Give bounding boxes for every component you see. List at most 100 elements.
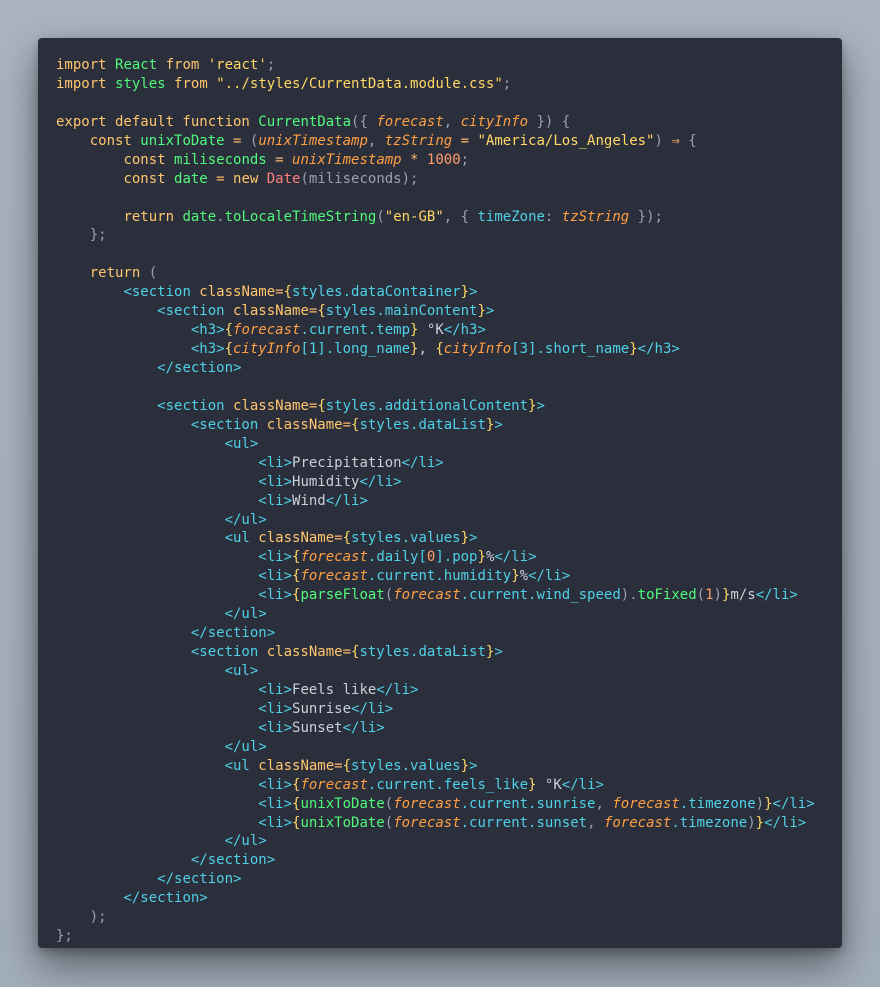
code-token: > xyxy=(469,284,478,301)
code-token: forecast xyxy=(233,322,301,339)
code-line: const date = new Date(miliseconds); xyxy=(56,170,815,189)
code-line: </ul> xyxy=(56,511,815,530)
code-token: { xyxy=(342,757,352,774)
code-token: > xyxy=(485,303,495,320)
code-line: export default function CurrentData({ fo… xyxy=(56,113,815,132)
code-line: ​ xyxy=(56,245,815,264)
code-line: <section className={styles.dataContainer… xyxy=(56,283,815,302)
code-line: </section> xyxy=(56,870,815,889)
code-token: <li> xyxy=(258,454,293,471)
code-token: ⇒ xyxy=(671,132,689,149)
code-token: .timezone xyxy=(671,814,748,831)
code-token: m/s xyxy=(730,587,756,604)
code-token: .current.wind_speed xyxy=(460,587,621,604)
code-token: .current.sunset xyxy=(460,814,588,831)
code-token: ( xyxy=(376,208,385,225)
code-line: return ( xyxy=(56,264,815,283)
code-line: <li>Precipitation</li> xyxy=(56,454,815,473)
code-token: ( xyxy=(384,814,394,831)
code-line: <ul className={styles.values}> xyxy=(56,529,815,548)
code-token: } xyxy=(460,757,470,774)
code-token: </li> xyxy=(528,568,571,585)
code-line: <li>{forecast.current.humidity}%</li> xyxy=(56,567,815,586)
code-token: ) xyxy=(755,795,765,812)
code-token: miliseconds xyxy=(174,151,276,168)
code-token: } xyxy=(477,549,486,566)
code-line: <li>Feels like</li> xyxy=(56,681,815,700)
code-line: </section> xyxy=(56,889,815,908)
code-token: </li> xyxy=(325,492,368,509)
code-token: > xyxy=(494,644,503,661)
code-token: date xyxy=(174,170,217,187)
code-line: <li>{parseFloat(forecast.current.wind_sp… xyxy=(56,586,815,605)
code-token: tzString xyxy=(561,208,630,225)
code-token: className xyxy=(199,284,276,301)
code-token: import xyxy=(56,57,116,73)
code-token: className xyxy=(258,530,335,547)
code-token: className xyxy=(266,416,343,433)
code-line: const unixToDate = (unixTimestamp, tzStr… xyxy=(56,132,815,151)
code-token: toFixed xyxy=(637,587,697,604)
code-token: .daily[ xyxy=(367,549,427,566)
code-line: <ul> xyxy=(56,435,815,454)
code-token: styles xyxy=(115,75,175,92)
code-token: </section> xyxy=(190,625,276,642)
code-token: = xyxy=(342,644,352,661)
code-token: } xyxy=(764,795,773,812)
code-token: "en-GB" xyxy=(384,208,444,225)
code-token: } xyxy=(755,814,765,831)
code-line: <h3>{forecast.current.temp} °K</h3> xyxy=(56,321,815,340)
code-line: </section> xyxy=(56,359,815,378)
code-token: <ul xyxy=(224,530,259,547)
code-token: [1].long_name xyxy=(300,341,411,358)
code-token: "America/Los_Angeles" xyxy=(477,132,655,149)
code-token: date xyxy=(182,208,217,225)
code-token: forecast xyxy=(393,814,461,831)
code-line: ); xyxy=(56,908,815,927)
code-token: export default function xyxy=(56,113,259,130)
code-token: className xyxy=(233,397,309,414)
code-token: className xyxy=(233,303,309,320)
code-token: forecast xyxy=(300,568,368,585)
code-token: °K xyxy=(536,776,562,793)
code-token: } xyxy=(511,568,520,585)
code-line: <li>Humidity</li> xyxy=(56,473,815,492)
code-token: } xyxy=(629,341,638,358)
code-token: > xyxy=(536,397,545,414)
code-token: = xyxy=(275,284,284,301)
code-line: <section className={styles.additionalCon… xyxy=(56,397,815,416)
code-token: } xyxy=(460,284,470,301)
code-token: { xyxy=(435,341,444,358)
code-token: <section xyxy=(157,397,234,414)
code-token: <li> xyxy=(258,549,293,566)
code-line: </section> xyxy=(56,851,815,870)
code-token: <li> xyxy=(258,776,293,793)
code-token: { xyxy=(688,132,697,149)
code-line: <h3>{cityInfo[1].long_name}, {cityInfo[3… xyxy=(56,340,815,359)
code-token: <section xyxy=(157,303,234,320)
code-token: { xyxy=(317,303,326,320)
code-token: cityInfo xyxy=(233,341,301,358)
code-token: = xyxy=(216,170,234,187)
code-token: ; xyxy=(502,75,512,92)
code-token: 1 xyxy=(705,587,714,604)
code-block[interactable]: import React from 'react'; import styles … xyxy=(56,56,815,946)
code-token: ) xyxy=(747,814,756,831)
code-line: import React from 'react'; xyxy=(56,56,815,75)
code-line: </ul> xyxy=(56,832,815,851)
code-line: <li>{forecast.current.feels_like} °K</li… xyxy=(56,776,815,795)
code-line: }; xyxy=(56,226,815,245)
code-line: <li>{unixToDate(forecast.current.sunrise… xyxy=(56,795,814,814)
